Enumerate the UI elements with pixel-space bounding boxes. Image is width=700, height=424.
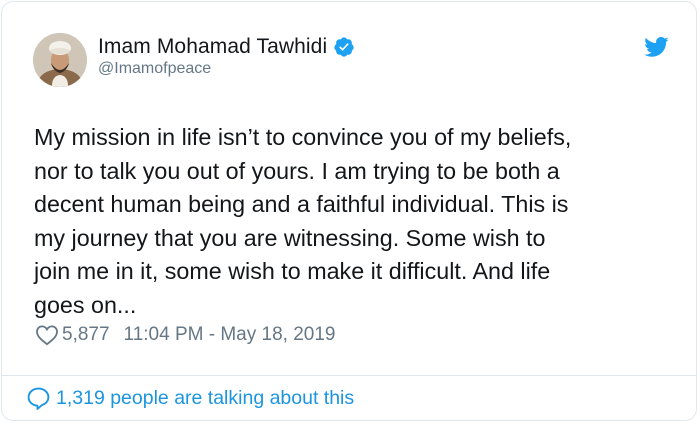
author-name-row[interactable]: Imam Mohamad Tawhidi [98,35,355,59]
heart-icon[interactable] [35,324,59,346]
speech-bubble-icon [27,387,50,410]
verified-badge-icon [334,37,354,57]
author-display-name[interactable]: Imam Mohamad Tawhidi [98,35,327,59]
tweet-meta-row: 5,877 11:04 PM - May 18, 2019 [35,324,335,346]
like-count[interactable]: 5,877 [62,324,110,346]
conversation-link[interactable]: 1,319 people are talking about this [26,386,354,411]
tweet-text: My mission in life isn’t to convince you… [34,124,572,318]
tweet-timestamp[interactable]: 11:04 PM - May 18, 2019 [124,324,336,346]
author-handle[interactable]: @Imamofpeace [98,60,211,78]
twitter-bird-icon[interactable] [643,35,669,59]
conversation-link-label[interactable]: 1,319 people are talking about this [56,387,354,410]
avatar[interactable] [33,33,87,87]
avatar-image [33,33,87,87]
tweet-card[interactable]: Imam Mohamad Tawhidi @Imamofpeace My mis… [1,1,697,421]
divider [2,375,696,376]
